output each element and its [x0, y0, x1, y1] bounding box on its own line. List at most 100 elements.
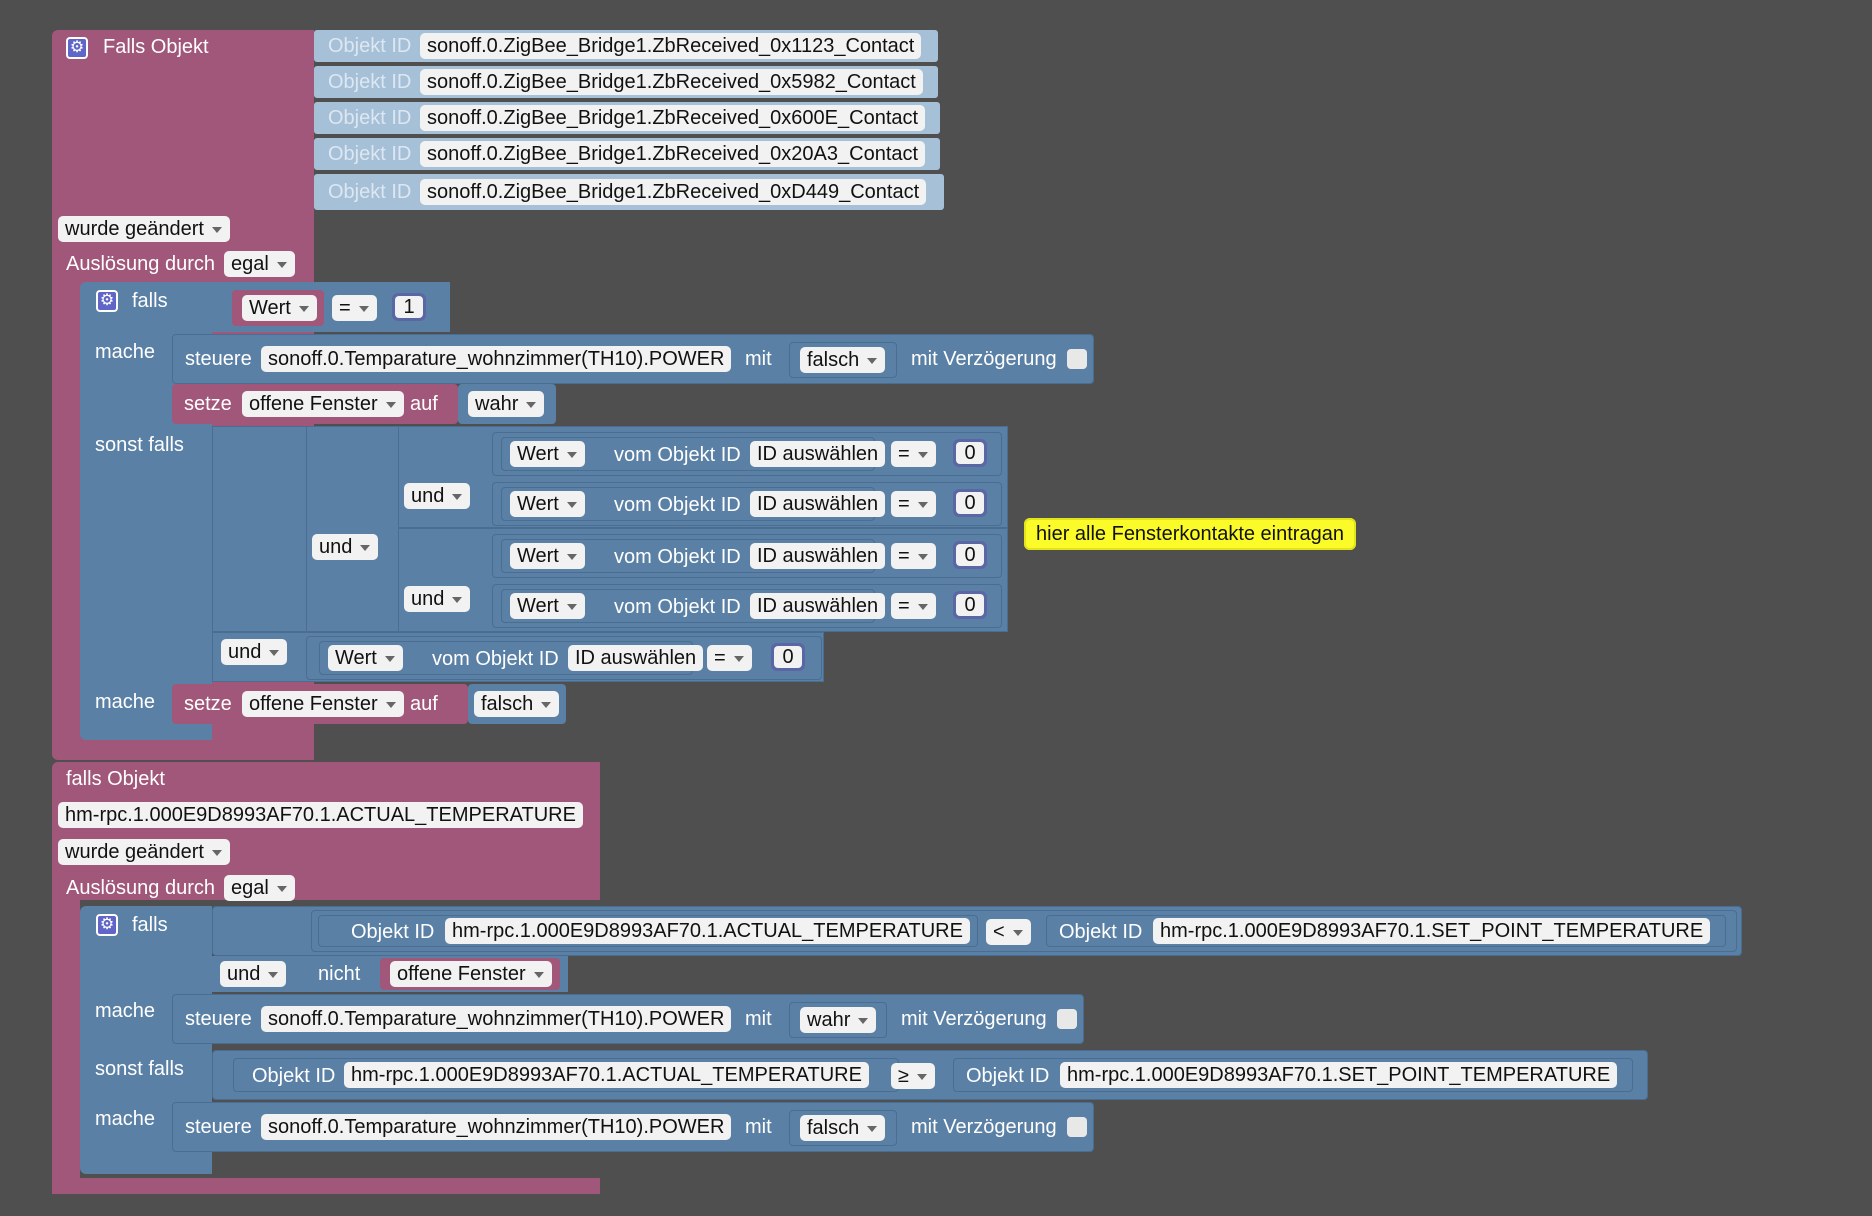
- number-value[interactable]: 0: [956, 544, 984, 566]
- select-id-field[interactable]: ID auswählen: [750, 543, 886, 569]
- delay-checkbox[interactable]: [1057, 1009, 1077, 1029]
- compare-block[interactable]: Wert vom Objekt ID ID auswählen = 0: [492, 482, 1002, 526]
- variable-block[interactable]: offene Fenster: [380, 958, 560, 990]
- object-id-field[interactable]: sonoff.0.ZigBee_Bridge1.ZbReceived_0x112…: [420, 33, 922, 59]
- bool-dropdown[interactable]: wahr: [468, 391, 545, 417]
- number-value[interactable]: 0: [956, 594, 984, 616]
- value-block[interactable]: falsch: [789, 342, 897, 378]
- object-id-field[interactable]: sonoff.0.ZigBee_Bridge1.ZbReceived_0x20A…: [420, 141, 926, 167]
- bool-dropdown[interactable]: falsch: [800, 347, 886, 373]
- compare-block[interactable]: Objekt ID hm-rpc.1.000E9D8993AF70.1.ACTU…: [311, 910, 1737, 952]
- comment-bubble[interactable]: hier alle Fensterkontakte eintragan: [1024, 518, 1356, 550]
- number-block[interactable]: 0: [953, 489, 987, 517]
- object-id-field[interactable]: sonoff.0.ZigBee_Bridge1.ZbReceived_0x598…: [420, 69, 923, 95]
- object-id-field[interactable]: hm-rpc.1.000E9D8993AF70.1.SET_POINT_TEMP…: [1153, 918, 1711, 944]
- compare-op-dropdown[interactable]: <: [986, 919, 1031, 945]
- bool-block[interactable]: falsch: [468, 684, 566, 724]
- compare-block[interactable]: = 1: [324, 290, 440, 326]
- value-block[interactable]: falsch: [789, 1110, 897, 1146]
- control-target-field[interactable]: sonoff.0.Temparature_wohnzimmer(TH10).PO…: [261, 346, 732, 372]
- compare-op-dropdown[interactable]: ≥: [891, 1063, 935, 1089]
- variable-dropdown[interactable]: offene Fenster: [390, 961, 552, 987]
- control-block[interactable]: steuere sonoff.0.Temparature_wohnzimmer(…: [172, 994, 1084, 1044]
- variable-dropdown[interactable]: offene Fenster: [242, 391, 404, 417]
- object-id-field[interactable]: hm-rpc.1.000E9D8993AF70.1.ACTUAL_TEMPERA…: [58, 802, 583, 828]
- object-value-block[interactable]: Objekt ID hm-rpc.1.000E9D8993AF70.1.SET_…: [953, 1058, 1633, 1092]
- compare-op-dropdown[interactable]: =: [891, 543, 936, 569]
- value-dropdown[interactable]: Wert: [510, 491, 585, 517]
- number-block[interactable]: 0: [953, 591, 987, 619]
- object-value-block[interactable]: Wert vom Objekt ID ID auswählen: [501, 437, 886, 471]
- control-block[interactable]: steuere sonoff.0.Temparature_wohnzimmer(…: [172, 334, 1094, 384]
- bool-dropdown[interactable]: falsch: [800, 1115, 886, 1141]
- compare-block[interactable]: Objekt ID hm-rpc.1.000E9D8993AF70.1.ACTU…: [212, 1050, 1648, 1100]
- ack-dropdown[interactable]: egal: [224, 875, 295, 901]
- object-value-block[interactable]: Objekt ID hm-rpc.1.000E9D8993AF70.1.ACTU…: [318, 915, 978, 947]
- control-target-field[interactable]: sonoff.0.Temparature_wohnzimmer(TH10).PO…: [261, 1114, 732, 1140]
- compare-block[interactable]: Wert vom Objekt ID ID auswählen = 0: [492, 584, 1002, 628]
- set-var-block[interactable]: setze offene Fenster auf: [172, 384, 458, 424]
- object-id-field[interactable]: sonoff.0.ZigBee_Bridge1.ZbReceived_0xD44…: [420, 179, 927, 205]
- value-block[interactable]: Wert: [232, 290, 324, 326]
- logic-op-dropdown[interactable]: und: [221, 639, 288, 665]
- bool-dropdown[interactable]: falsch: [474, 691, 560, 717]
- number-block[interactable]: 0: [953, 541, 987, 569]
- compare-block[interactable]: Wert vom Objekt ID ID auswählen = 0: [492, 534, 1002, 578]
- logic-op-dropdown[interactable]: und: [312, 534, 379, 560]
- value-dropdown[interactable]: Wert: [510, 441, 585, 467]
- delay-checkbox[interactable]: [1067, 1117, 1087, 1137]
- number-value[interactable]: 1: [395, 296, 423, 318]
- object-value-block[interactable]: Objekt ID hm-rpc.1.000E9D8993AF70.1.SET_…: [1046, 915, 1726, 947]
- compare-op-dropdown[interactable]: =: [891, 491, 936, 517]
- object-id-field[interactable]: hm-rpc.1.000E9D8993AF70.1.ACTUAL_TEMPERA…: [344, 1062, 869, 1088]
- object-id-block[interactable]: Objekt ID sonoff.0.ZigBee_Bridge1.ZbRece…: [314, 138, 940, 170]
- bool-block[interactable]: wahr: [458, 384, 556, 424]
- bool-dropdown[interactable]: wahr: [800, 1007, 877, 1033]
- trigger-dropdown[interactable]: wurde geändert: [58, 839, 230, 865]
- object-value-block[interactable]: Objekt ID hm-rpc.1.000E9D8993AF70.1.ACTU…: [233, 1058, 899, 1092]
- object-value-block[interactable]: Wert vom Objekt ID ID auswählen: [501, 539, 886, 573]
- variable-dropdown[interactable]: offene Fenster: [242, 691, 404, 717]
- gear-icon[interactable]: ⚙: [66, 37, 88, 59]
- object-id-block[interactable]: Objekt ID sonoff.0.ZigBee_Bridge1.ZbRece…: [314, 102, 940, 134]
- set-var-block[interactable]: setze offene Fenster auf: [172, 684, 468, 724]
- and-block[interactable]: Objekt ID hm-rpc.1.000E9D8993AF70.1.ACTU…: [212, 906, 1742, 956]
- value-dropdown[interactable]: Wert: [510, 543, 585, 569]
- object-id-block[interactable]: Objekt ID sonoff.0.ZigBee_Bridge1.ZbRece…: [314, 30, 938, 62]
- value-dropdown[interactable]: Wert: [242, 295, 317, 321]
- number-block[interactable]: 0: [953, 439, 987, 467]
- value-block[interactable]: wahr: [789, 1002, 887, 1038]
- control-block[interactable]: steuere sonoff.0.Temparature_wohnzimmer(…: [172, 1102, 1094, 1152]
- compare-block[interactable]: Wert vom Objekt ID ID auswählen = 0: [492, 432, 1002, 476]
- number-block[interactable]: 1: [392, 293, 426, 321]
- logic-op-dropdown[interactable]: und: [220, 961, 287, 987]
- number-value[interactable]: 0: [774, 646, 802, 668]
- select-id-field[interactable]: ID auswählen: [750, 491, 886, 517]
- value-dropdown[interactable]: Wert: [510, 593, 585, 619]
- object-id-field[interactable]: hm-rpc.1.000E9D8993AF70.1.SET_POINT_TEMP…: [1060, 1062, 1618, 1088]
- object-value-block[interactable]: Wert vom Objekt ID ID auswählen: [501, 487, 886, 521]
- object-id-block[interactable]: Objekt ID sonoff.0.ZigBee_Bridge1.ZbRece…: [314, 66, 938, 98]
- compare-op-dropdown[interactable]: =: [332, 295, 377, 321]
- object-value-block[interactable]: Wert vom Objekt ID ID auswählen: [501, 589, 886, 623]
- logic-op-dropdown[interactable]: und: [404, 483, 471, 509]
- ack-dropdown[interactable]: egal: [224, 251, 295, 277]
- compare-block[interactable]: Wert vom Objekt ID ID auswählen = 0: [306, 636, 822, 680]
- gear-icon[interactable]: ⚙: [96, 914, 118, 936]
- compare-op-dropdown[interactable]: =: [891, 441, 936, 467]
- number-value[interactable]: 0: [956, 442, 984, 464]
- control-target-field[interactable]: sonoff.0.Temparature_wohnzimmer(TH10).PO…: [261, 1006, 732, 1032]
- delay-checkbox[interactable]: [1067, 349, 1087, 369]
- select-id-field[interactable]: ID auswählen: [568, 645, 704, 671]
- compare-op-dropdown[interactable]: =: [707, 645, 752, 671]
- number-block[interactable]: 0: [771, 643, 805, 671]
- compare-op-dropdown[interactable]: =: [891, 593, 936, 619]
- object-id-field[interactable]: hm-rpc.1.000E9D8993AF70.1.ACTUAL_TEMPERA…: [445, 918, 970, 944]
- object-value-block[interactable]: Wert vom Objekt ID ID auswählen: [319, 641, 704, 675]
- logic-op-dropdown[interactable]: und: [404, 586, 471, 612]
- gear-icon[interactable]: ⚙: [96, 290, 118, 312]
- number-value[interactable]: 0: [956, 492, 984, 514]
- trigger-dropdown[interactable]: wurde geändert: [58, 216, 230, 242]
- object-id-block[interactable]: Objekt ID sonoff.0.ZigBee_Bridge1.ZbRece…: [314, 174, 944, 210]
- object-id-field[interactable]: sonoff.0.ZigBee_Bridge1.ZbReceived_0x600…: [420, 105, 926, 131]
